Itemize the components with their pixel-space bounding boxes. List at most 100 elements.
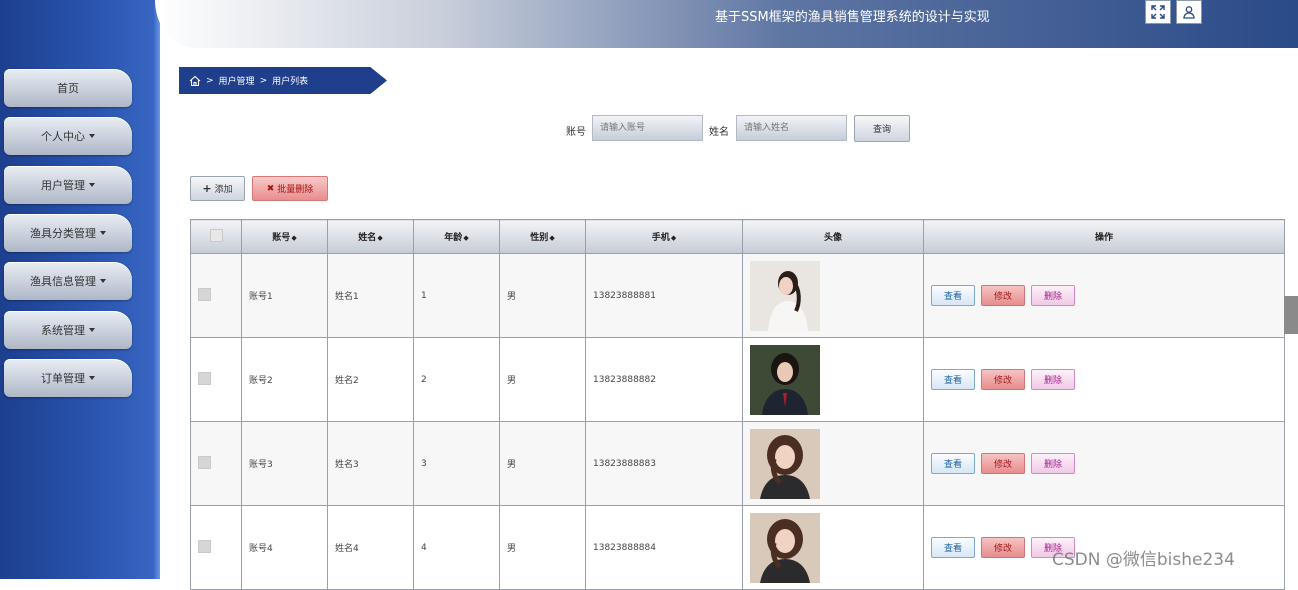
row-checkbox[interactable] <box>198 371 211 385</box>
batch-delete-button[interactable]: ✖ 批量删除 <box>252 176 328 201</box>
row-checkbox[interactable] <box>198 455 211 469</box>
plus-icon: + <box>202 182 212 195</box>
sidebar-edge <box>154 0 160 579</box>
row-checkbox[interactable] <box>198 539 211 553</box>
select-all-header[interactable] <box>190 219 242 254</box>
cell-gender: 男 <box>499 253 586 338</box>
sidebar-item-label: 订单管理 <box>41 372 85 385</box>
sort-icon: ◆ <box>670 234 677 242</box>
delete-button[interactable]: 删除 <box>1031 453 1075 474</box>
breadcrumb-level1[interactable]: 用户管理 <box>219 74 255 87</box>
fullscreen-button[interactable] <box>1145 0 1171 24</box>
fullscreen-icon <box>1151 5 1165 19</box>
sidebar-item-home[interactable]: 首页 <box>4 69 132 107</box>
caret-down-icon <box>100 279 106 283</box>
column-header-gender[interactable]: 性别◆ <box>499 219 586 254</box>
table-row: 账号1 姓名1 1 男 13823888881 查看 修改 删除 <box>190 253 1285 338</box>
column-header-avatar: 头像 <box>742 219 924 254</box>
cell-phone: 13823888884 <box>585 505 743 590</box>
column-header-account[interactable]: 账号◆ <box>241 219 328 254</box>
edit-button[interactable]: 修改 <box>981 369 1025 390</box>
cell-age: 2 <box>413 337 500 422</box>
caret-down-icon <box>89 134 95 138</box>
sort-icon: ◆ <box>291 234 297 242</box>
sidebar-item-label: 渔具信息管理 <box>30 275 96 288</box>
view-button[interactable]: 查看 <box>931 537 975 558</box>
cell-name: 姓名4 <box>327 505 414 590</box>
cell-name: 姓名3 <box>327 421 414 506</box>
sidebar-item-system-management[interactable]: 系统管理 <box>4 311 132 349</box>
cell-name: 姓名1 <box>327 253 414 338</box>
column-header-phone[interactable]: 手机◆ <box>585 219 743 254</box>
table-header-row: 账号◆ 姓名◆ 年龄◆ 性别◆ 手机◆ 头像 操作 <box>190 219 1285 254</box>
breadcrumb-level2: 用户列表 <box>272 77 309 87</box>
add-button[interactable]: + 添加 <box>190 176 245 201</box>
user-profile-button[interactable] <box>1176 0 1202 24</box>
avatar-image[interactable] <box>750 428 820 499</box>
sidebar-item-personal-center[interactable]: 个人中心 <box>4 117 132 155</box>
cell-account: 账号1 <box>241 253 328 338</box>
sidebar-item-user-management[interactable]: 用户管理 <box>4 166 132 204</box>
watermark: CSDN @微信bishe234 <box>1052 550 1235 570</box>
edit-button[interactable]: 修改 <box>981 453 1025 474</box>
account-label: 账号 <box>566 127 586 138</box>
page-title: 基于SSM框架的渔具销售管理系统的设计与实现 <box>715 10 990 25</box>
view-button[interactable]: 查看 <box>931 369 975 390</box>
name-search-input[interactable] <box>736 115 847 141</box>
cell-name: 姓名2 <box>327 337 414 422</box>
close-icon: ✖ <box>266 183 275 194</box>
edit-button[interactable]: 修改 <box>981 285 1025 306</box>
sidebar-item-label: 首页 <box>57 82 79 95</box>
scrollbar-thumb[interactable] <box>1284 296 1298 334</box>
breadcrumb-separator: > <box>206 75 214 86</box>
breadcrumb-separator: > <box>259 75 268 86</box>
cell-age: 1 <box>413 253 500 338</box>
sidebar-item-label: 用户管理 <box>41 179 85 192</box>
cell-phone: 13823888883 <box>585 421 743 506</box>
delete-button[interactable]: 删除 <box>1031 285 1075 306</box>
sidebar-item-label: 系统管理 <box>41 324 85 337</box>
account-search-input[interactable] <box>592 115 703 141</box>
header-bar: 基于SSM框架的渔具销售管理系统的设计与实现 <box>155 0 1298 48</box>
cell-phone: 13823888882 <box>585 337 743 422</box>
caret-down-icon <box>100 231 106 235</box>
sort-icon: ◆ <box>377 234 383 242</box>
column-header-actions: 操作 <box>923 219 1285 254</box>
cell-age: 4 <box>413 505 500 590</box>
cell-phone: 13823888881 <box>585 253 743 338</box>
edit-button[interactable]: 修改 <box>981 537 1025 558</box>
caret-down-icon <box>89 328 95 332</box>
sidebar-item-order-management[interactable]: 订单管理 <box>4 359 132 397</box>
sidebar-item-tackle-info-management[interactable]: 渔具信息管理 <box>4 262 132 300</box>
cell-gender: 男 <box>499 337 586 422</box>
sort-icon: ◆ <box>463 234 469 242</box>
sidebar: 首页 个人中心 用户管理 渔具分类管理 渔具信息管理 系统管理 订单管理 <box>0 0 160 579</box>
cell-gender: 男 <box>499 505 586 590</box>
column-header-name[interactable]: 姓名◆ <box>327 219 414 254</box>
sidebar-item-category-management[interactable]: 渔具分类管理 <box>4 214 132 252</box>
breadcrumb: > 用户管理 > 用户列表 <box>179 67 387 94</box>
avatar-image[interactable] <box>750 512 820 583</box>
user-icon <box>1183 6 1195 19</box>
row-checkbox[interactable] <box>198 287 211 301</box>
sidebar-item-label: 个人中心 <box>41 130 85 143</box>
query-button-label: 查询 <box>872 125 891 135</box>
cell-gender: 男 <box>499 421 586 506</box>
view-button[interactable]: 查看 <box>931 453 975 474</box>
delete-button[interactable]: 删除 <box>1031 369 1075 390</box>
table-row: 账号2 姓名2 2 男 13823888882 查看 修改 删除 <box>190 337 1285 422</box>
home-icon[interactable] <box>189 75 201 87</box>
sidebar-item-label: 渔具分类管理 <box>30 227 96 240</box>
cell-age: 3 <box>413 421 500 506</box>
cell-account: 账号4 <box>241 505 328 590</box>
batch-delete-button-label: 批量删除 <box>277 185 314 195</box>
view-button[interactable]: 查看 <box>931 285 975 306</box>
user-table: 账号◆ 姓名◆ 年龄◆ 性别◆ 手机◆ 头像 操作 账号1 姓名1 1 男 13… <box>190 219 1285 590</box>
avatar-image[interactable] <box>750 344 820 415</box>
query-button[interactable]: 查询 <box>854 115 910 142</box>
select-all-checkbox[interactable] <box>209 228 223 242</box>
column-header-age[interactable]: 年龄◆ <box>413 219 500 254</box>
avatar-image[interactable] <box>750 260 820 331</box>
add-button-label: 添加 <box>214 185 233 195</box>
caret-down-icon <box>89 183 95 187</box>
